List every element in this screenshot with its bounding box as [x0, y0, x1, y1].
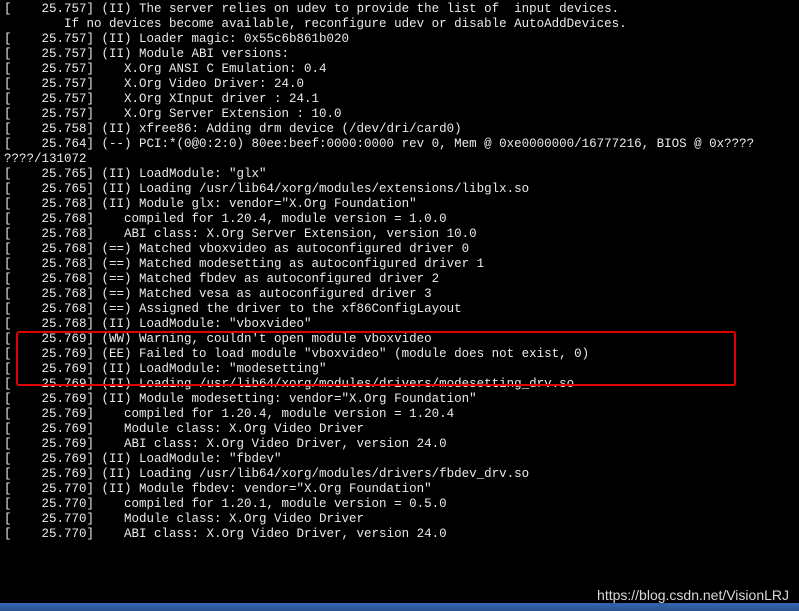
- terminal-line: [ 25.765] (II) LoadModule: "glx": [4, 167, 795, 182]
- terminal-line: [ 25.757] X.Org XInput driver : 24.1: [4, 92, 795, 107]
- terminal-line: [ 25.764] (--) PCI:*(0@0:2:0) 80ee:beef:…: [4, 137, 795, 152]
- terminal-line: [ 25.757] X.Org ANSI C Emulation: 0.4: [4, 62, 795, 77]
- terminal-line: [ 25.770] ABI class: X.Org Video Driver,…: [4, 527, 795, 542]
- terminal-line: [ 25.757] X.Org Video Driver: 24.0: [4, 77, 795, 92]
- terminal-line: [ 25.769] Module class: X.Org Video Driv…: [4, 422, 795, 437]
- terminal-line: [ 25.757] (II) The server relies on udev…: [4, 2, 795, 17]
- terminal-line: [ 25.765] (II) Loading /usr/lib64/xorg/m…: [4, 182, 795, 197]
- terminal-line: [ 25.770] (II) Module fbdev: vendor="X.O…: [4, 482, 795, 497]
- terminal-line: [ 25.768] (==) Assigned the driver to th…: [4, 302, 795, 317]
- terminal-line: [ 25.769] (II) Loading /usr/lib64/xorg/m…: [4, 377, 795, 392]
- terminal-line: [ 25.757] (II) Module ABI versions:: [4, 47, 795, 62]
- terminal-line: [ 25.768] (==) Matched fbdev as autoconf…: [4, 272, 795, 287]
- terminal-line: [ 25.768] compiled for 1.20.4, module ve…: [4, 212, 795, 227]
- watermark-text: https://blog.csdn.net/VisionLRJ: [597, 588, 789, 603]
- terminal-line: [ 25.769] (II) LoadModule: "modesetting": [4, 362, 795, 377]
- terminal-line: [ 25.768] (II) LoadModule: "vboxvideo": [4, 317, 795, 332]
- terminal-line: [ 25.770] Module class: X.Org Video Driv…: [4, 512, 795, 527]
- terminal-line: [ 25.758] (II) xfree86: Adding drm devic…: [4, 122, 795, 137]
- window-taskbar: [0, 603, 799, 611]
- terminal-line: [ 25.770] compiled for 1.20.1, module ve…: [4, 497, 795, 512]
- terminal-line: If no devices become available, reconfig…: [4, 17, 795, 32]
- terminal-line: [ 25.768] (==) Matched modesetting as au…: [4, 257, 795, 272]
- terminal-line: [ 25.768] ABI class: X.Org Server Extens…: [4, 227, 795, 242]
- terminal-line: [ 25.769] compiled for 1.20.4, module ve…: [4, 407, 795, 422]
- terminal-line: [ 25.768] (==) Matched vesa as autoconfi…: [4, 287, 795, 302]
- terminal-line: [ 25.769] (II) Module modesetting: vendo…: [4, 392, 795, 407]
- terminal-line: [ 25.757] (II) Loader magic: 0x55c6b861b…: [4, 32, 795, 47]
- terminal-line: [ 25.768] (==) Matched vboxvideo as auto…: [4, 242, 795, 257]
- terminal-line: [ 25.768] (II) Module glx: vendor="X.Org…: [4, 197, 795, 212]
- terminal-line: [ 25.769] (II) LoadModule: "fbdev": [4, 452, 795, 467]
- terminal-output: [ 25.757] (II) The server relies on udev…: [0, 0, 799, 544]
- terminal-line: [ 25.757] X.Org Server Extension : 10.0: [4, 107, 795, 122]
- terminal-line: [ 25.769] ABI class: X.Org Video Driver,…: [4, 437, 795, 452]
- terminal-line: [ 25.769] (EE) Failed to load module "vb…: [4, 347, 795, 362]
- terminal-line: ????/131072: [4, 152, 795, 167]
- terminal-line: [ 25.769] (WW) Warning, couldn't open mo…: [4, 332, 795, 347]
- terminal-line: [ 25.769] (II) Loading /usr/lib64/xorg/m…: [4, 467, 795, 482]
